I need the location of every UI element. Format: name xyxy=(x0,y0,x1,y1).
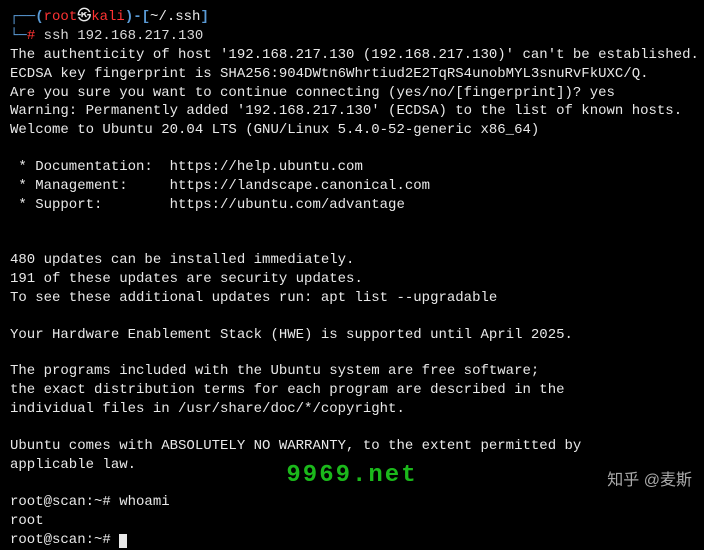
output-line: * Support: https://ubuntu.com/advantage xyxy=(10,196,694,215)
whoami-command: whoami xyxy=(119,494,169,510)
skull-icon: ㉿ xyxy=(77,9,91,25)
output-line: * Documentation: https://help.ubuntu.com xyxy=(10,158,694,177)
cursor-icon xyxy=(119,534,127,548)
watermark-zhihu: 知乎 @麦斯 xyxy=(607,470,692,492)
output-line: Are you sure you want to continue connec… xyxy=(10,84,694,103)
prompt-cwd: ~/.ssh xyxy=(150,9,200,25)
prompt-bracket: ] xyxy=(200,9,208,25)
output-line: root xyxy=(10,512,694,531)
shell-prompt: root@scan:~# xyxy=(10,494,119,510)
ssh-command: ssh 192.168.217.130 xyxy=(44,28,204,44)
prompt-line-1: ┌──(root㉿kali)-[~/.ssh] xyxy=(10,8,694,27)
output-line: 191 of these updates are security update… xyxy=(10,270,694,289)
output-line: Ubuntu comes with ABSOLUTELY NO WARRANTY… xyxy=(10,437,694,456)
prompt-bracket: └─ xyxy=(10,28,27,44)
output-line: The programs included with the Ubuntu sy… xyxy=(10,362,694,381)
output-line: ECDSA key fingerprint is SHA256:904DWtn6… xyxy=(10,65,694,84)
output-line: Welcome to Ubuntu 20.04 LTS (GNU/Linux 5… xyxy=(10,121,694,140)
blank-line xyxy=(10,215,694,233)
blank-line xyxy=(10,140,694,158)
shell-prompt-line[interactable]: root@scan:~# xyxy=(10,531,694,550)
output-line: Warning: Permanently added '192.168.217.… xyxy=(10,102,694,121)
output-line: The authenticity of host '192.168.217.13… xyxy=(10,46,694,65)
prompt-bracket: ┌──( xyxy=(10,9,44,25)
output-line: To see these additional updates run: apt… xyxy=(10,289,694,308)
prompt-line-2[interactable]: └─# ssh 192.168.217.130 xyxy=(10,27,694,46)
prompt-user: root xyxy=(44,9,78,25)
blank-line xyxy=(10,308,694,326)
prompt-host: kali xyxy=(91,9,125,25)
output-line: the exact distribution terms for each pr… xyxy=(10,381,694,400)
shell-prompt-line[interactable]: root@scan:~# whoami xyxy=(10,493,694,512)
output-line: * Management: https://landscape.canonica… xyxy=(10,177,694,196)
prompt-bracket: )-[ xyxy=(125,9,150,25)
blank-line xyxy=(10,344,694,362)
output-line: individual files in /usr/share/doc/*/cop… xyxy=(10,400,694,419)
output-line: 480 updates can be installed immediately… xyxy=(10,251,694,270)
blank-line xyxy=(10,419,694,437)
shell-prompt: root@scan:~# xyxy=(10,532,119,548)
watermark-domain: 9969.net xyxy=(286,460,417,492)
blank-line xyxy=(10,233,694,251)
output-line: Your Hardware Enablement Stack (HWE) is … xyxy=(10,326,694,345)
prompt-hash: # xyxy=(27,28,44,44)
